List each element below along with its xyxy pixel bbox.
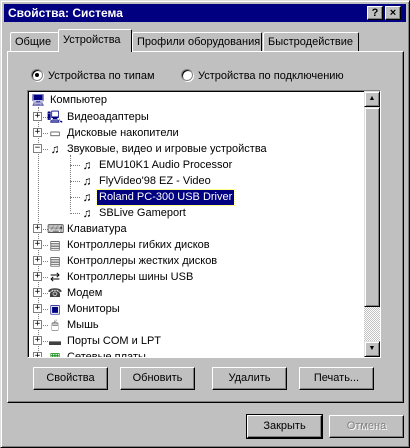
tree-item-label: Модем [67,287,103,299]
tree-item-label: Видеоадаптеры [67,111,149,123]
sound-device-icon: ♫ [82,158,92,172]
sound-device-icon: ♫ [82,174,92,188]
device-tree[interactable]: 🖥 Компьютер + 🖳 Видеоадаптеры + ▭ Дисковые на… [27,90,381,358]
tab-performance[interactable]: Быстродействие [263,32,359,52]
help-button[interactable]: ? [367,6,383,20]
tab-hardware-profiles[interactable]: Профили оборудования [132,32,262,52]
tree-item-label: Звуковые, видео и игровые устройства [67,143,267,155]
network-card-icon: ▦ [49,350,61,357]
tree-item-label: EMU10K1 Audio Processor [99,159,233,171]
disk-drive-icon: ▭ [49,126,61,140]
mouse-icon: 🖱 [51,318,59,332]
radio-by-type-label: Устройства по типам [48,70,155,82]
radio-by-connection[interactable]: Устройства по подключению [181,68,344,84]
sound-device-icon: ♫ [50,142,60,156]
expand-icon[interactable]: + [33,320,42,329]
refresh-button[interactable]: Обновить [120,367,195,390]
remove-button[interactable]: Удалить [212,367,287,390]
modem-icon: ☎ [47,286,63,300]
properties-button[interactable]: Свойства [33,367,108,390]
cancel-button[interactable]: Отмена [329,415,404,438]
device-tree-content: 🖥 Компьютер + 🖳 Видеоадаптеры + ▭ Дисковые на… [28,91,364,357]
tree-item-label: SBLive Gameport [99,207,186,219]
tab-general[interactable]: Общие [10,32,60,52]
scroll-down-button[interactable]: ▼ [364,341,380,357]
expand-icon[interactable]: + [33,240,42,249]
port-icon: ▬ [49,334,61,348]
tree-item-label: Клавиатура [67,223,127,235]
tree-item-label: Мышь [67,319,99,331]
tree-item-label: Мониторы [67,303,120,315]
title-bar: Свойства: Система ? × [4,4,406,22]
scroll-thumb[interactable] [364,107,380,307]
monitor-icon: ▣ [49,302,61,316]
expand-icon[interactable]: + [33,256,42,265]
sound-device-icon: ♫ [82,190,92,204]
tree-item-label: FlyVideo'98 EZ - Video [99,175,211,187]
computer-icon: 🖥 [30,93,46,107]
close-button[interactable]: Закрыть [246,414,323,439]
tree-item-label: Сетевые платы [67,351,146,357]
expand-icon[interactable]: + [33,128,42,137]
usb-icon: ⇄ [49,270,61,284]
tree-item-label: Roland PC-300 USB Driver [95,189,236,206]
tab-devices[interactable]: Устройства [58,29,132,52]
expand-icon[interactable]: + [33,304,42,313]
expand-icon[interactable]: + [33,112,42,121]
close-window-button[interactable]: × [385,6,401,20]
floppy-controller-icon: ▤ [49,238,61,252]
system-properties-window: Свойства: Система ? × Общие Устройства П… [0,0,410,448]
scroll-up-button[interactable]: ▲ [364,91,380,107]
radio-by-type-indicator[interactable] [31,69,43,81]
expand-icon[interactable]: + [33,336,42,345]
expand-icon[interactable]: + [33,272,42,281]
keyboard-icon: ⌨ [47,222,65,236]
tree-scrollbar[interactable]: ▲ ▼ [364,91,380,357]
expand-icon[interactable]: + [33,288,42,297]
radio-by-connection-label: Устройства по подключению [198,70,344,82]
sound-device-icon: ♫ [82,206,92,220]
collapse-icon[interactable]: − [33,144,42,153]
tree-connector [70,155,71,211]
tree-item-label: Контроллеры жестких дисков [67,255,218,267]
tree-item-label: Контроллеры гибких дисков [67,239,210,251]
tree-item-label: Контроллеры шины USB [67,271,194,283]
print-button[interactable]: Печать... [299,367,374,390]
tree-root-label: Компьютер [50,94,107,106]
radio-by-type[interactable]: Устройства по типам [31,68,155,84]
hdd-controller-icon: ▤ [49,254,61,268]
tree-item-label: Порты COM и LPT [67,335,161,347]
tree-item-label: Дисковые накопители [67,127,179,139]
window-title: Свойства: Система [8,6,123,20]
display-adapter-icon: 🖳 [47,110,64,124]
expand-icon[interactable]: + [33,352,42,357]
radio-by-connection-indicator[interactable] [181,69,193,81]
expand-icon[interactable]: + [33,224,42,233]
